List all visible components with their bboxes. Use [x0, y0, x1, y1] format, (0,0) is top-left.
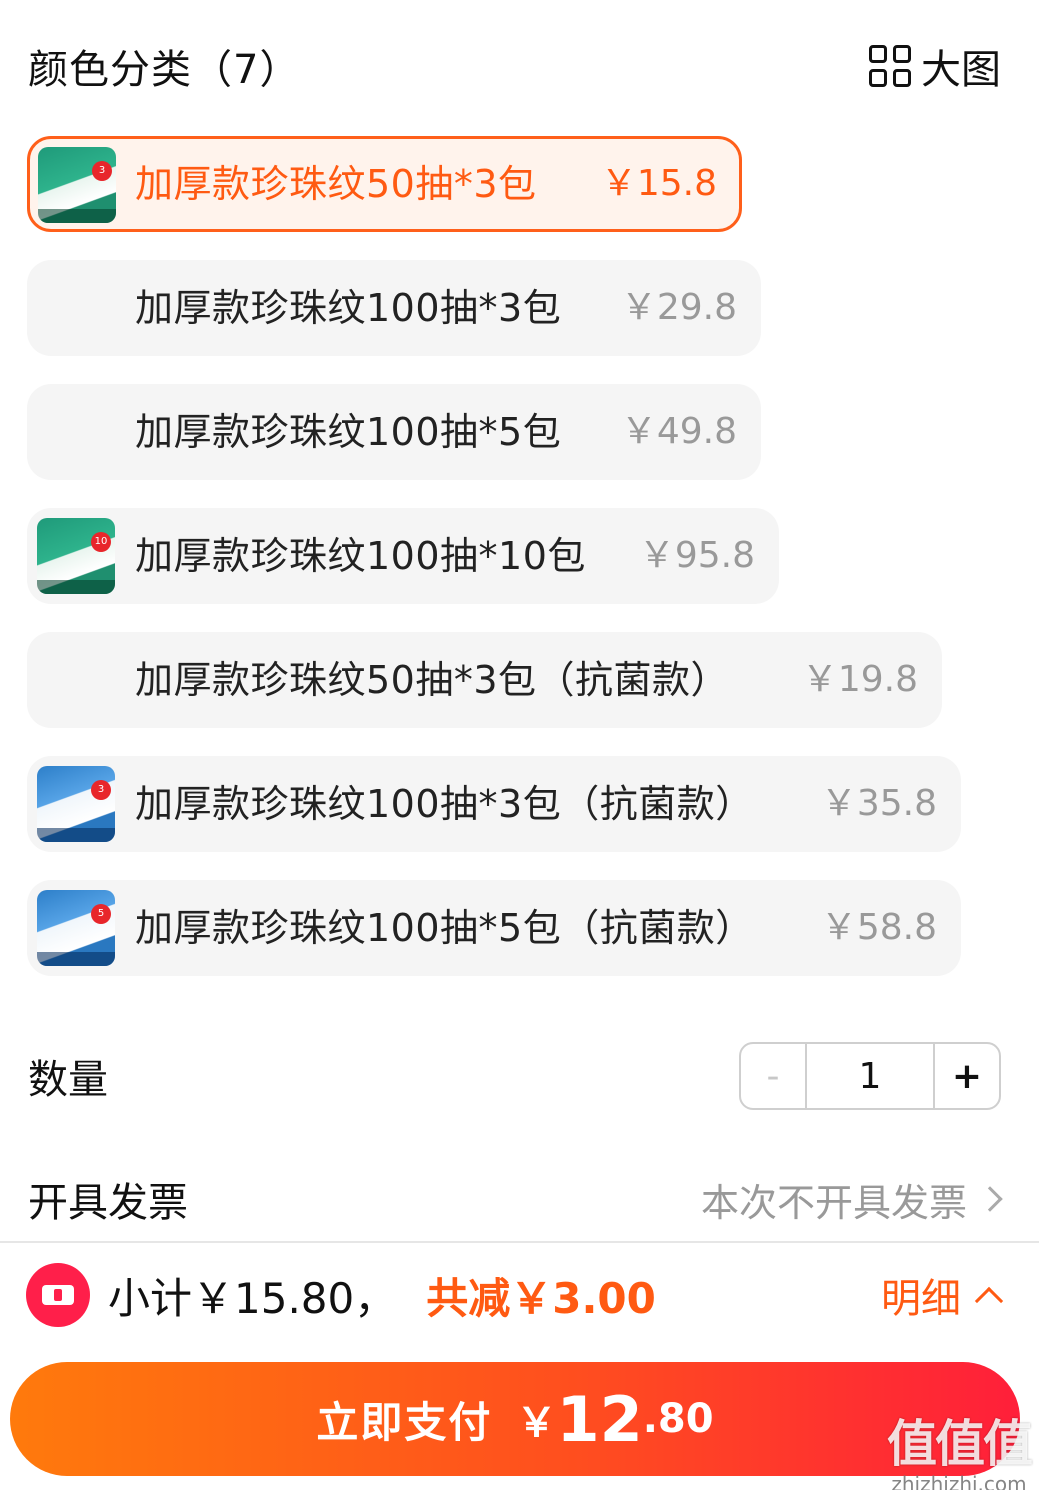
- invoice-row[interactable]: 开具发票 本次不开具发票: [28, 1166, 1005, 1232]
- pay-button-label: 立即支付: [316, 1397, 493, 1447]
- sku-option-price: ￥29.8: [620, 287, 737, 328]
- color-category-header: 颜色分类（7） 大图: [28, 34, 1001, 98]
- sku-option-3[interactable]: 加厚款珍珠纹100抽*5包 ￥49.8: [27, 384, 761, 480]
- detail-label: 明细: [881, 1276, 961, 1322]
- order-summary: 小计￥15.80， 共减￥3.00 明细: [26, 1262, 1005, 1328]
- sku-option-label: 加厚款珍珠纹100抽*5包（抗菌款）: [135, 906, 754, 950]
- quantity-label: 数量: [28, 1057, 108, 1103]
- invoice-selector[interactable]: 本次不开具发票: [701, 1172, 1005, 1227]
- sku-option-4[interactable]: 10 加厚款珍珠纹100抽*10包 ￥95.8: [27, 508, 779, 604]
- chevron-up-icon: [974, 1286, 1004, 1316]
- chevron-right-icon: [977, 1186, 1003, 1212]
- sku-option-1[interactable]: 3 加厚款珍珠纹50抽*3包 ￥15.8: [27, 136, 742, 232]
- sku-option-price: ￥35.8: [820, 783, 937, 824]
- invoice-value: 本次不开具发票: [700, 1180, 967, 1225]
- quantity-stepper: - 1 +: [739, 1042, 1001, 1110]
- product-thumbnail: 3: [37, 766, 115, 842]
- sku-option-label: 加厚款珍珠纹100抽*5包: [135, 410, 562, 454]
- sku-selection-sheet: 颜色分类（7） 大图 3 加厚款珍珠纹50抽*3包 ￥15.8 加厚款珍珠纹10…: [0, 0, 1039, 1490]
- sku-option-label: 加厚款珍珠纹50抽*3包（抗菌款）: [135, 658, 730, 702]
- detail-toggle[interactable]: 明细: [881, 1266, 1005, 1324]
- pay-amount-integer: 12: [556, 1382, 643, 1456]
- increase-button[interactable]: +: [933, 1044, 999, 1108]
- big-view-toggle[interactable]: 大图: [869, 37, 1001, 95]
- grid-icon: [869, 45, 911, 87]
- pay-currency: ￥: [516, 1400, 557, 1446]
- divider: [0, 1241, 1039, 1243]
- sku-option-price: ￥58.8: [820, 907, 937, 948]
- sku-option-label: 加厚款珍珠纹100抽*3包: [135, 286, 562, 330]
- subtotal-text: 小计￥15.80，: [108, 1273, 397, 1323]
- coupon-icon: [26, 1263, 90, 1327]
- sku-option-price: ￥49.8: [620, 411, 737, 452]
- watermark-logo: 值值值: [887, 1415, 1033, 1473]
- decrease-button[interactable]: -: [741, 1044, 807, 1108]
- sku-option-price: ￥95.8: [638, 535, 755, 576]
- discount-text: 共减￥3.00: [426, 1273, 656, 1323]
- sku-option-5[interactable]: 加厚款珍珠纹50抽*3包（抗菌款） ￥19.8: [27, 632, 942, 728]
- watermark-url: zhizhizhi.com: [891, 1472, 1027, 1490]
- sku-option-7[interactable]: 5 加厚款珍珠纹100抽*5包（抗菌款） ￥58.8: [27, 880, 961, 976]
- site-watermark: 值值值 zhizhizhi.com: [887, 1404, 1033, 1490]
- product-thumbnail: 10: [37, 518, 115, 594]
- section-title: 颜色分类（7）: [28, 47, 301, 93]
- invoice-label: 开具发票: [28, 1180, 188, 1226]
- sku-option-price: ￥15.8: [600, 163, 717, 204]
- sku-option-6[interactable]: 3 加厚款珍珠纹100抽*3包（抗菌款） ￥35.8: [27, 756, 961, 852]
- pay-now-button[interactable]: 立即支付 ￥ 12 .80: [10, 1362, 1020, 1476]
- quantity-value[interactable]: 1: [807, 1044, 933, 1108]
- product-thumbnail: 5: [37, 890, 115, 966]
- sku-option-price: ￥19.8: [801, 659, 918, 700]
- sku-option-label: 加厚款珍珠纹50抽*3包: [135, 162, 537, 206]
- pay-amount-decimal: .80: [642, 1396, 714, 1442]
- sku-option-label: 加厚款珍珠纹100抽*3包（抗菌款）: [135, 782, 754, 826]
- sku-option-2[interactable]: 加厚款珍珠纹100抽*3包 ￥29.8: [27, 260, 761, 356]
- product-thumbnail: 3: [38, 147, 116, 223]
- sku-option-label: 加厚款珍珠纹100抽*10包: [135, 534, 586, 578]
- quantity-row: 数量 - 1 +: [28, 1042, 1001, 1110]
- big-view-label: 大图: [921, 47, 1001, 93]
